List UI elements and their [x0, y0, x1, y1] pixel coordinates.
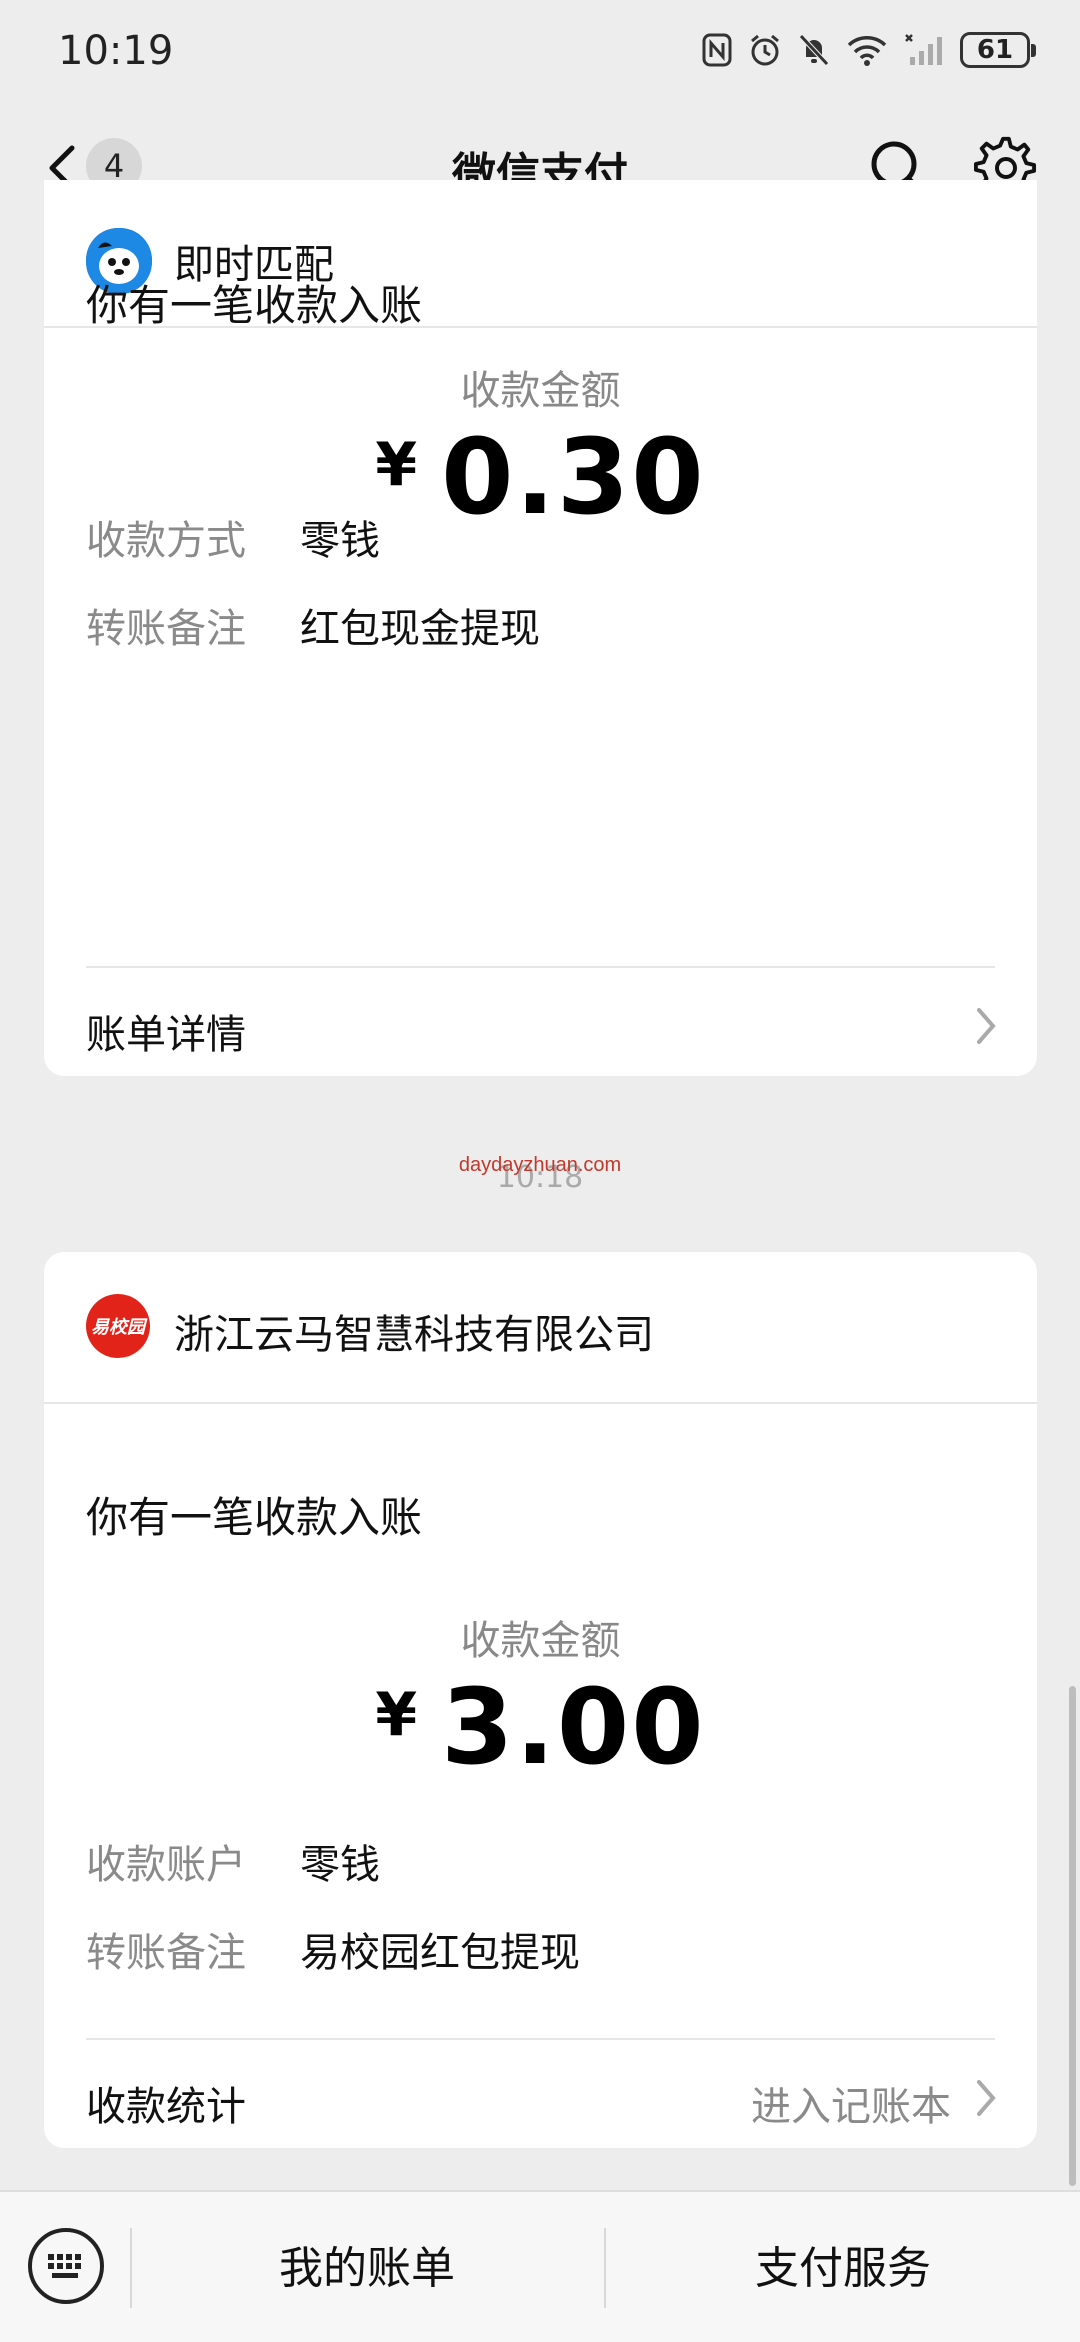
bill-details-link[interactable]: 账单详情	[86, 1002, 246, 1060]
payment-services-tab[interactable]: 支付服务	[606, 2232, 1080, 2296]
detail-value: 易校园红包提现	[300, 1930, 580, 1976]
payment-notification-card[interactable]: 易校园 浙江云马智慧科技有限公司 你有一笔收款入账 收款金额 ¥3.00 收款账…	[44, 1252, 1037, 2148]
amount: ¥3.00	[44, 1666, 1037, 1788]
battery-indicator: 61	[960, 32, 1036, 68]
merchant-name: 浙江云马智慧科技有限公司	[174, 1312, 654, 1358]
alarm-icon	[751, 34, 779, 66]
merchant-avatar: 易校园	[86, 1294, 150, 1358]
merchant-logo-text: 易校园	[91, 1317, 145, 1338]
detail-value: 零钱	[300, 1842, 380, 1888]
currency-symbol: ¥	[375, 1680, 418, 1750]
wifi-icon	[847, 36, 887, 66]
card-title: 你有一笔收款入账	[86, 281, 423, 330]
watermark: daydayzhuan.com	[458, 1154, 622, 1176]
card-title: 你有一笔收款入账	[86, 1493, 423, 1542]
scrollbar[interactable]	[1069, 1686, 1076, 2186]
currency-symbol: ¥	[375, 430, 418, 500]
mute-bell-icon	[799, 34, 829, 66]
chevron-right-icon	[977, 1008, 996, 1044]
detail-key: 转账备注	[86, 606, 246, 652]
detail-key: 转账备注	[86, 1930, 246, 1976]
card-header: 易校园 浙江云马智慧科技有限公司	[44, 1252, 1037, 1404]
signal-icon	[905, 34, 942, 65]
open-ledger-link[interactable]: 进入记账本	[751, 2074, 951, 2132]
bottom-bar: 我的账单 支付服务	[0, 2190, 1080, 2342]
my-bills-tab[interactable]: 我的账单	[132, 2232, 602, 2296]
amount-value: 3.00	[441, 1666, 706, 1788]
amount-label: 收款金额	[460, 1618, 621, 1664]
status-icons: 61	[702, 28, 1036, 72]
keyboard-toggle-button[interactable]	[28, 2228, 104, 2304]
detail-key: 收款方式	[86, 518, 246, 564]
amount-label: 收款金额	[460, 368, 621, 414]
chevron-right-icon	[977, 2080, 996, 2116]
divider	[86, 966, 995, 968]
detail-value: 零钱	[300, 518, 380, 564]
keyboard-icon	[48, 2254, 81, 2278]
payment-stats-label: 收款统计	[86, 2084, 246, 2130]
detail-value: 红包现金提现	[300, 606, 540, 652]
divider	[86, 2038, 995, 2040]
status-time: 10:19	[58, 28, 174, 74]
payment-notification-card[interactable]: 即时匹配 你有一笔收款入账 收款金额 ¥0.30 收款方式 零钱 转账备注 红包…	[44, 180, 1037, 1076]
detail-key: 收款账户	[86, 1842, 246, 1888]
amount-value: 0.30	[441, 416, 706, 538]
nfc-icon	[702, 33, 732, 67]
status-bar: 10:19 61	[0, 0, 1080, 100]
